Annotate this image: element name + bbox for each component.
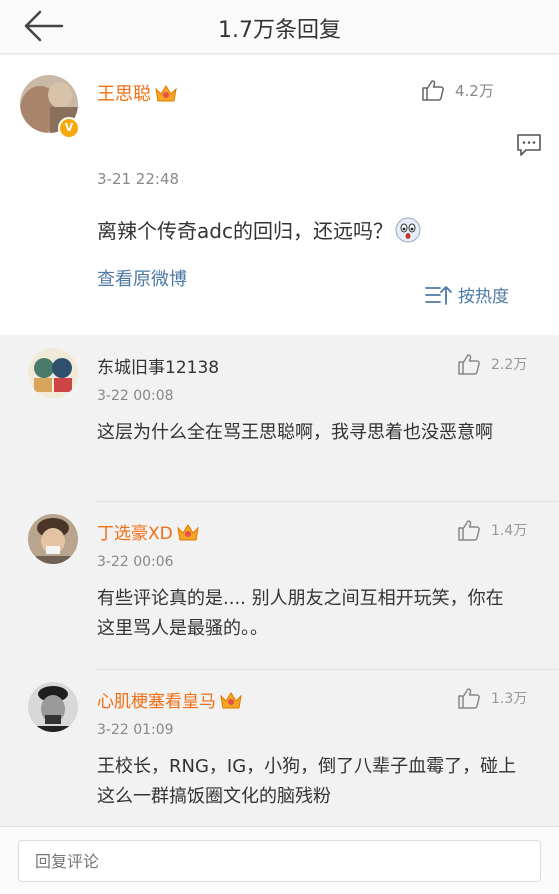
like-button[interactable]: 2.2万 bbox=[457, 353, 527, 375]
thumbs-up-icon bbox=[422, 80, 444, 101]
comment-item: 心肌梗塞看皇马 3-22 01:09 1.3万 王校长，RNG，IG，小狗，倒了… bbox=[0, 670, 559, 826]
comment-item: 丁选豪XD 3-22 00:06 1.4万 有些评论真的是.... 别人朋友之间… bbox=[0, 502, 559, 670]
original-comment: V 王思聪 3-21 22:48 4.2万 离辣个传奇adc的回归，还远吗？ 查… bbox=[0, 55, 559, 335]
like-button[interactable]: 1.3万 bbox=[457, 687, 527, 709]
commenter-name[interactable]: 心肌梗塞看皇马 bbox=[97, 687, 243, 712]
comment-icon[interactable] bbox=[516, 133, 542, 157]
like-count: 1.4万 bbox=[491, 523, 528, 539]
comment-text: 有些评论真的是.... 别人朋友之间互相开玩笑，你在这里骂人是最骚的。。 bbox=[97, 588, 504, 639]
post-content: 离辣个传奇adc的回归，还远吗？ bbox=[97, 215, 421, 244]
like-count: 1.3万 bbox=[491, 691, 528, 707]
like-count: 2.2万 bbox=[491, 357, 528, 373]
comment-item: 东城旧事12138 3-22 00:08 2.2万 这层为什么全在骂王思聪啊，我… bbox=[0, 336, 559, 502]
reply-bar bbox=[0, 826, 559, 894]
like-count: 4.2万 bbox=[455, 81, 494, 100]
vip-crown-icon bbox=[220, 692, 242, 709]
thumbs-up-icon bbox=[458, 354, 480, 375]
comment-time: 3-22 00:08 bbox=[97, 388, 174, 404]
thumbs-up-icon bbox=[458, 520, 480, 541]
avatar[interactable] bbox=[28, 514, 78, 564]
vip-crown-icon bbox=[177, 524, 199, 541]
sort-icon bbox=[425, 285, 452, 305]
verified-badge: V bbox=[58, 117, 80, 139]
post-time: 3-21 22:48 bbox=[97, 170, 180, 188]
commenter-name[interactable]: 东城旧事12138 bbox=[97, 353, 219, 378]
vip-crown-icon bbox=[155, 85, 177, 102]
shocked-emoji-icon bbox=[395, 217, 421, 243]
author-name[interactable]: 王思聪 bbox=[97, 80, 178, 106]
top-bar: 1.7万条回复 bbox=[0, 0, 559, 54]
post-content-text: 离辣个传奇adc的回归，还远吗？ bbox=[97, 219, 393, 243]
comment-time: 3-22 00:06 bbox=[97, 554, 174, 570]
like-button[interactable]: 4.2万 bbox=[421, 79, 494, 101]
comment-text: 王校长，RNG，IG，小狗，倒了八辈子血霉了，碰上这么一群搞饭圈文化的脑残粉 bbox=[97, 756, 517, 807]
reply-input[interactable] bbox=[18, 840, 541, 882]
like-button[interactable]: 1.4万 bbox=[457, 519, 527, 541]
sort-by-hot-button[interactable]: 按热度 bbox=[424, 282, 509, 307]
avatar[interactable] bbox=[28, 682, 78, 732]
author-name-text: 王思聪 bbox=[97, 84, 151, 105]
sort-label: 按热度 bbox=[458, 287, 509, 307]
comment-time: 3-22 01:09 bbox=[97, 722, 174, 738]
view-original-link[interactable]: 查看原微博 bbox=[97, 265, 187, 291]
commenter-name-text: 心肌梗塞看皇马 bbox=[97, 692, 216, 712]
avatar[interactable] bbox=[28, 348, 78, 398]
page-title: 1.7万条回复 bbox=[218, 18, 341, 43]
commenter-name[interactable]: 丁选豪XD bbox=[97, 519, 200, 544]
comment-text: 这层为什么全在骂王思聪啊，我寻思着也没恶意啊 bbox=[97, 422, 493, 443]
thumbs-up-icon bbox=[458, 688, 480, 709]
commenter-name-text: 丁选豪XD bbox=[97, 524, 173, 544]
